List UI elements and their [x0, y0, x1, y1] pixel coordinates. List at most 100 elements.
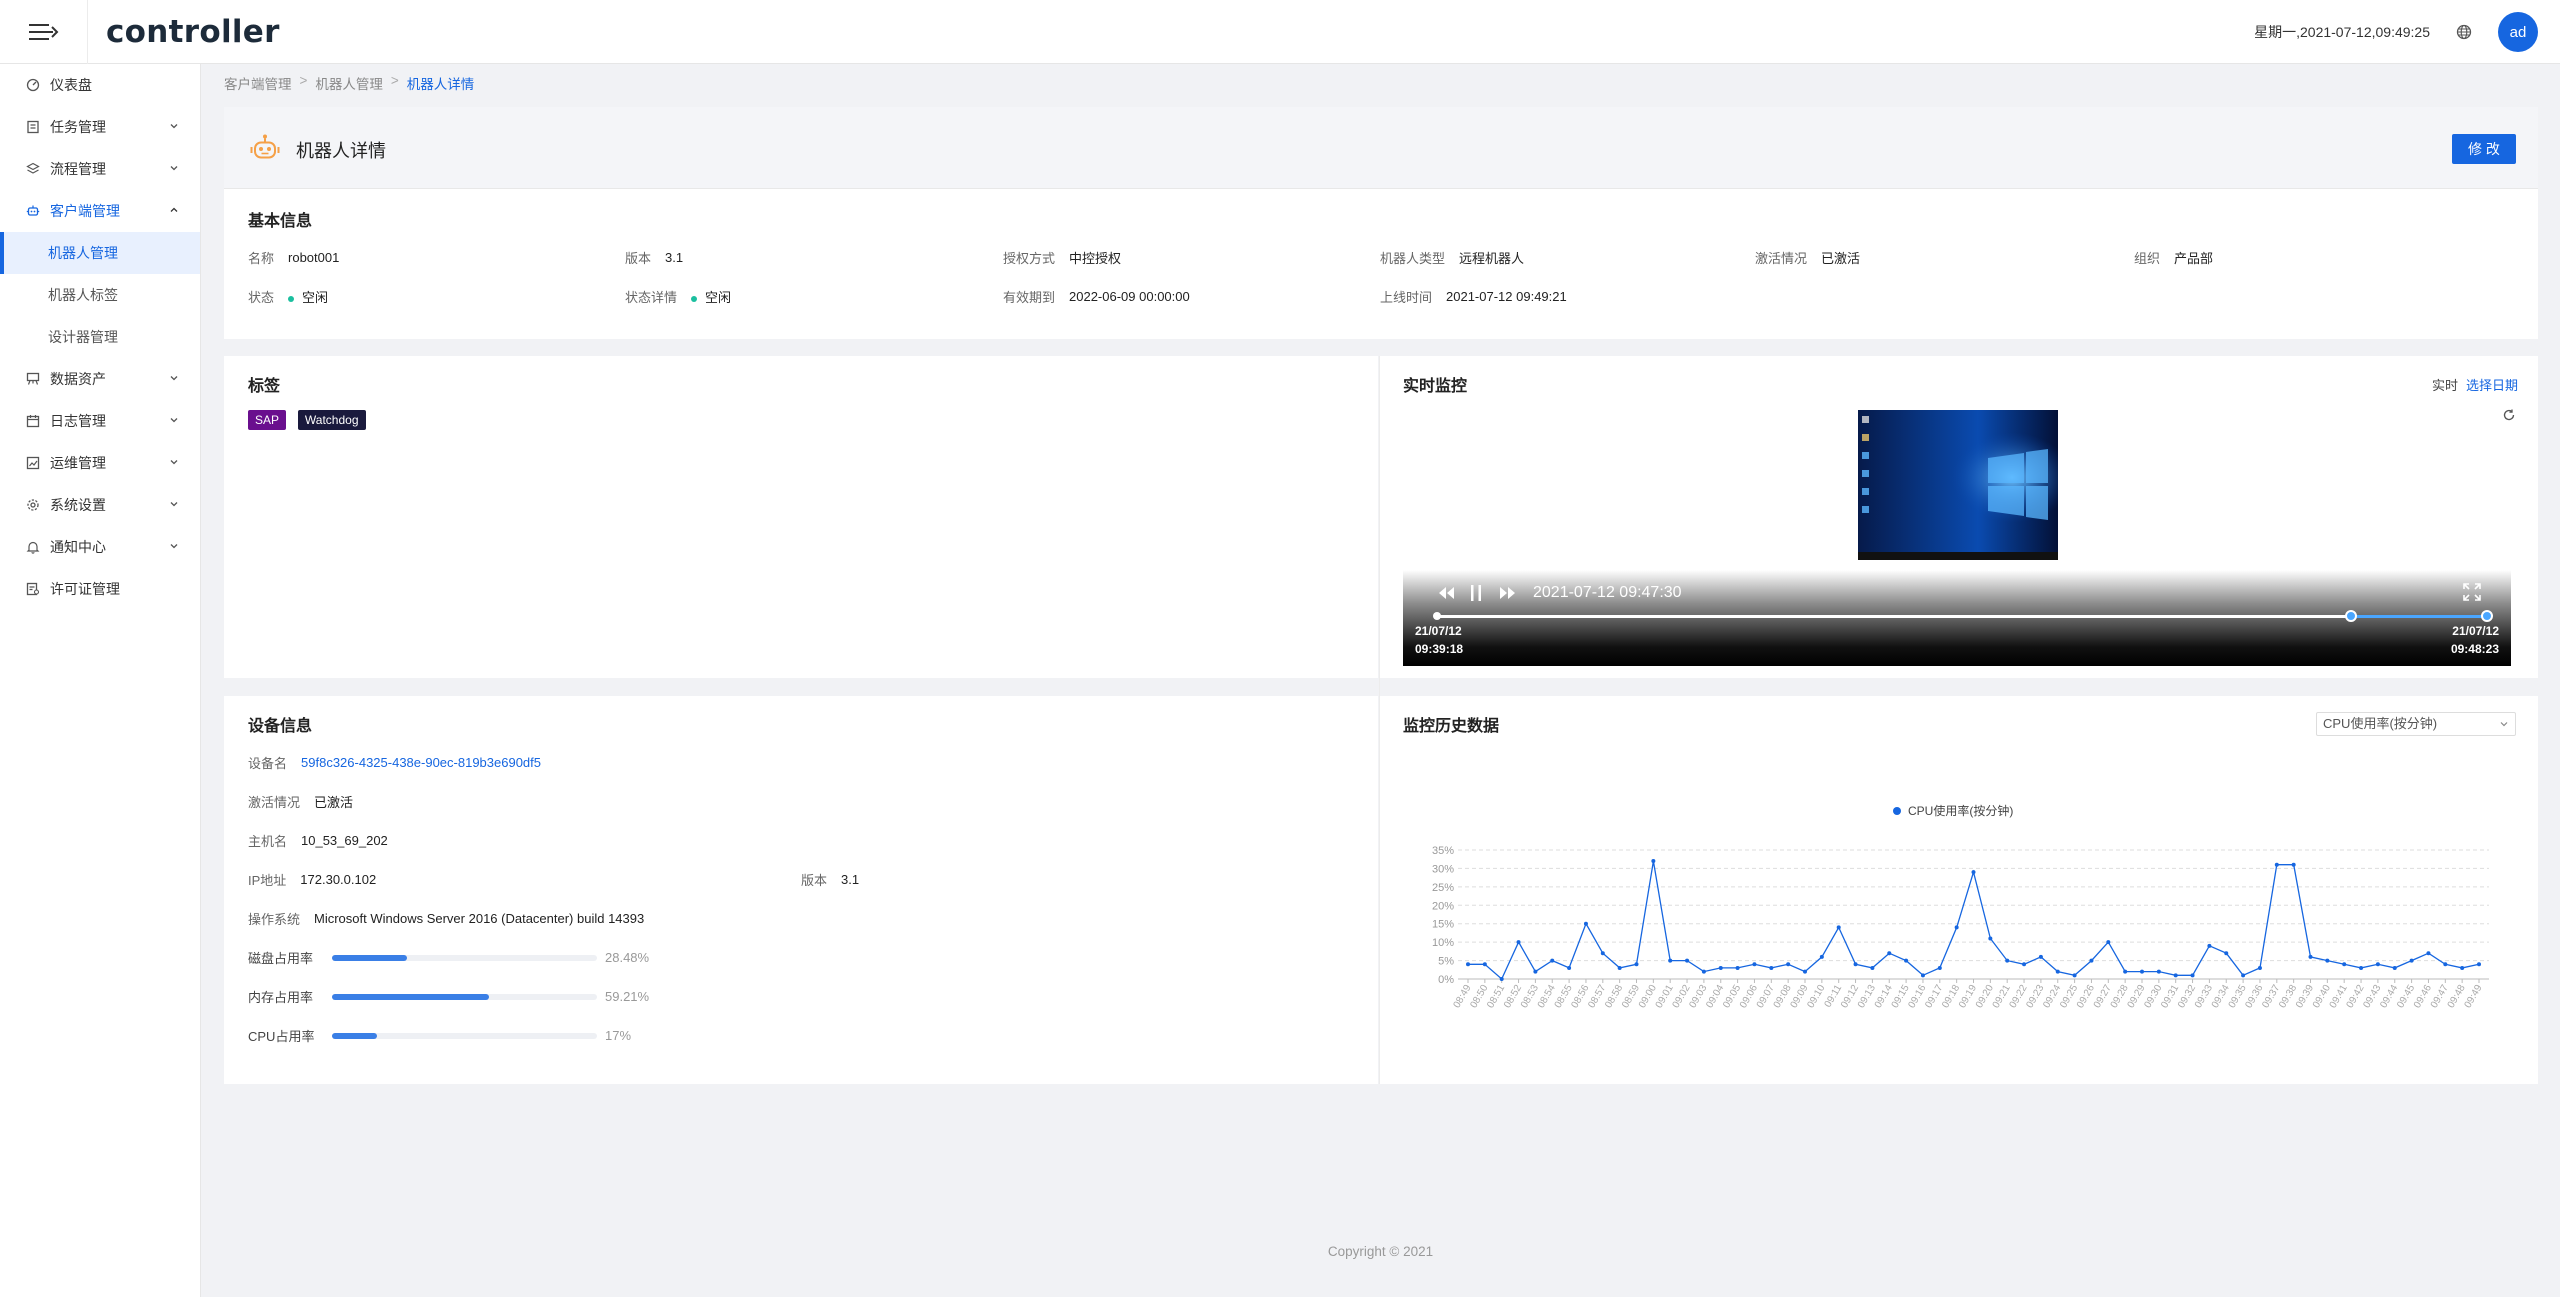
field-value: 已激活 [314, 795, 354, 810]
data-point [2055, 969, 2060, 974]
chevron-up-icon [170, 207, 178, 212]
cpu-usage-bar [332, 1032, 597, 1039]
data-point [1685, 958, 1690, 963]
data-point [1870, 965, 1875, 970]
chevron-down-icon [170, 502, 178, 507]
timeline-handle[interactable] [2344, 610, 2357, 622]
field-expire: 有效期到 2022-06-09 00:00:00 [1003, 287, 1190, 306]
data-point [1600, 951, 1605, 956]
y-tick-label: 20% [1432, 900, 1454, 912]
rewind-icon[interactable] [1437, 586, 1455, 600]
timeline-end-handle[interactable] [2481, 610, 2493, 622]
globe-icon[interactable] [2456, 24, 2472, 40]
disk-usage-value: 28.48% [605, 950, 650, 965]
field-activation: 激活情况 已激活 [248, 792, 353, 811]
menu-toggle-button[interactable] [0, 0, 88, 64]
field-label: 名称 [248, 251, 275, 266]
device-info-panel: 设备信息 设备名 59f8c326-4325-438e-90ec-819b3e6… [224, 696, 1378, 1084]
sidebar-subitem-robot-tags[interactable]: 机器人标签 [0, 274, 200, 316]
avatar[interactable]: ad [2498, 12, 2538, 52]
breadcrumb-separator: > [299, 73, 308, 88]
data-point [2140, 969, 2144, 974]
sidebar-item-settings[interactable]: 系统设置 [0, 484, 200, 526]
field-version: 版本 3.1 [801, 870, 859, 889]
cpu-history-chart: CPU使用率(按分钟)35%30%25%20%15%10%5%0%08:4908… [1432, 803, 2489, 1010]
sidebar-subitem-designer-management[interactable]: 设计器管理 [0, 316, 200, 358]
sidebar-item-data-assets[interactable]: 数据资产 [0, 358, 200, 400]
footer-copyright: Copyright © 2021 [1327, 1244, 1434, 1259]
timeline-track[interactable] [1437, 615, 2487, 618]
field-label: 有效期到 [1003, 290, 1056, 305]
field-label: 版本 [801, 873, 828, 888]
bell-icon [26, 540, 40, 554]
datetime-display: 星期一,2021-07-12,09:49:25 [2254, 24, 2430, 40]
field-activation: 激活情况 已激活 [1755, 248, 1860, 267]
field-label: 内存占用率 [248, 990, 314, 1005]
field-label: 磁盘占用率 [248, 951, 314, 966]
chevron-down-icon [170, 166, 178, 171]
data-point [2409, 958, 2414, 963]
field-device-name: 设备名 59f8c326-4325-438e-90ec-819b3e690df5 [248, 753, 541, 772]
edit-button[interactable]: 修 改 [2452, 134, 2516, 164]
field-label: 设备名 [248, 756, 288, 771]
data-point [1954, 925, 1959, 930]
sidebar-item-logs[interactable]: 日志管理 [0, 400, 200, 442]
sidebar-item-tasks[interactable]: 任务管理 [0, 106, 200, 148]
choose-date-link[interactable]: 选择日期 [2466, 375, 2518, 394]
breadcrumb-link[interactable]: 客户端管理 [224, 73, 292, 93]
status-text: 空闲 [705, 290, 732, 305]
sidebar-item-ops[interactable]: 运维管理 [0, 442, 200, 484]
dashboard-icon [26, 78, 40, 92]
fullscreen-icon[interactable] [2463, 583, 2481, 601]
sidebar-item-dashboard[interactable]: 仪表盘 [0, 64, 200, 106]
data-point [2325, 958, 2330, 963]
data-point [1887, 951, 1892, 956]
desktop-screenshot[interactable] [1858, 410, 2058, 560]
data-point [1971, 870, 1976, 875]
chevron-down-icon [170, 418, 178, 423]
timeline-start-time: 09:39:18 [1415, 642, 1464, 656]
video-player[interactable]: 2021-07-12 09:47:30 21/07/12 09:39:18 21… [1403, 570, 2511, 666]
sidebar-subitem-label: 设计器管理 [48, 329, 118, 345]
app-logo[interactable]: controller [106, 14, 280, 50]
task-icon [26, 120, 40, 134]
tag-chip[interactable]: SAP [248, 410, 287, 430]
data-point [1769, 965, 1774, 970]
menu-collapse-icon [28, 24, 58, 40]
sidebar-item-notifications[interactable]: 通知中心 [0, 526, 200, 568]
calendar-icon [26, 414, 40, 428]
fast-forward-icon[interactable] [1499, 586, 1517, 600]
field-label: IP地址 [248, 873, 287, 888]
data-point [2123, 969, 2128, 974]
pause-icon[interactable] [1469, 584, 1483, 602]
data-point [1701, 969, 1706, 974]
sidebar-item-process[interactable]: 流程管理 [0, 148, 200, 190]
data-point [2342, 962, 2347, 967]
sidebar-item-label: 仪表盘 [50, 77, 92, 93]
data-point [2022, 962, 2027, 967]
memory-usage-row: 内存占用率 59.21% [248, 987, 649, 1006]
sidebar-subitem-robot-management[interactable]: 机器人管理 [0, 232, 200, 274]
sidebar-item-label: 任务管理 [50, 119, 106, 135]
refresh-icon[interactable] [2502, 408, 2516, 422]
realtime-toggle[interactable]: 实时 [2432, 375, 2458, 394]
breadcrumb-link[interactable]: 机器人管理 [315, 73, 383, 93]
sidebar-item-label: 客户端管理 [50, 203, 120, 219]
page-header: 机器人详情 修 改 [224, 107, 2538, 189]
field-label: 激活情况 [1755, 251, 1808, 266]
basic-info-panel: 基本信息 名称 robot001 版本 3.1 授权方式 中控授权 机器人类型 … [224, 189, 2538, 339]
data-point [1499, 977, 1504, 981]
y-tick-label: 25% [1432, 882, 1454, 894]
sidebar-item-clients[interactable]: 客户端管理 [0, 190, 200, 232]
data-point [2241, 973, 2246, 978]
tag-chip[interactable]: Watchdog [297, 410, 366, 430]
device-name-link[interactable]: 59f8c326-4325-438e-90ec-819b3e690df5 [301, 755, 541, 770]
field-label: 版本 [625, 251, 652, 266]
sidebar-item-license[interactable]: 许可证管理 [0, 568, 200, 610]
layers-icon [26, 162, 40, 176]
data-point [1735, 965, 1740, 970]
memory-usage-bar [332, 993, 597, 1000]
sidebar-item-label: 许可证管理 [50, 581, 120, 597]
robot-icon [250, 134, 280, 159]
data-point [2005, 958, 2010, 963]
